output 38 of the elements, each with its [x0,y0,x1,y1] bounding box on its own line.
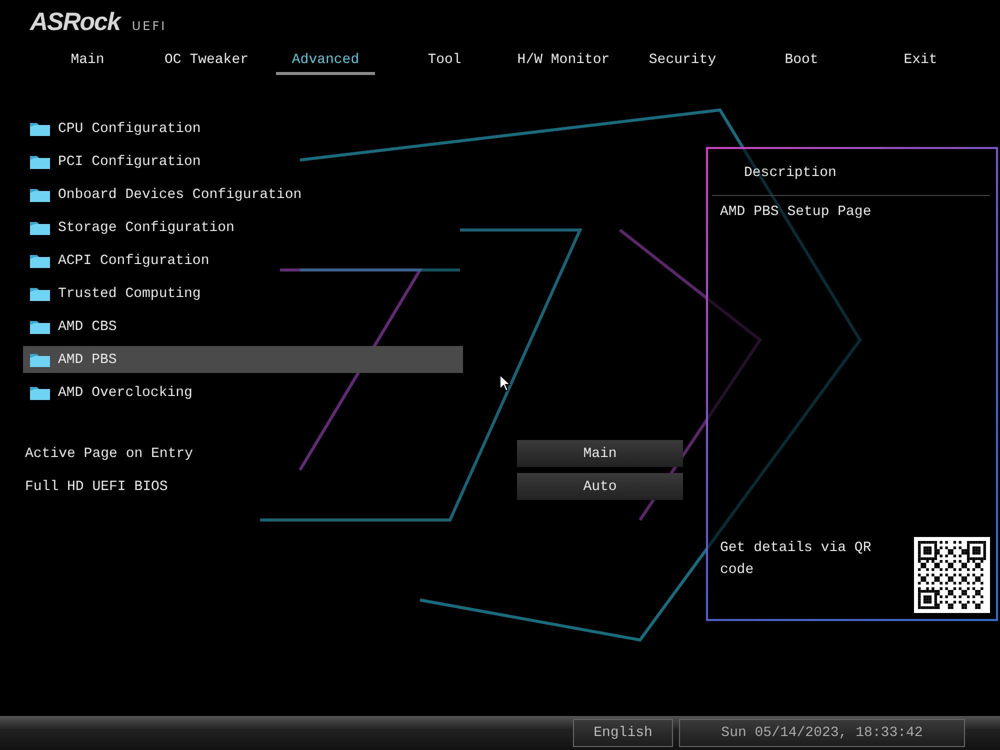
folder-icon [30,385,50,400]
menu-tab[interactable]: Advanced [276,49,376,75]
folder-icon [30,187,50,202]
product-label: UEFI [132,19,167,33]
panel-title: Description [743,164,838,183]
setting-label: Full HD UEFI BIOS [25,478,168,494]
setting-value-button[interactable]: Auto [517,473,683,500]
brand-logo: ASRock [30,8,120,37]
menu-tab[interactable]: Boot [768,49,834,75]
folder-icon [30,253,50,268]
menu-item[interactable]: AMD CBS [23,313,463,340]
mouse-cursor-icon [499,374,511,392]
folder-icon [30,154,50,169]
setting-value-button[interactable]: Main [517,440,683,467]
folder-icon [30,220,50,235]
setting-label: Active Page on Entry [25,446,194,462]
menu-tab[interactable]: Security [632,49,732,75]
folder-icon [30,121,50,136]
menu-item[interactable]: Storage Configuration [23,214,463,241]
menu-tab[interactable]: Exit [888,49,954,75]
menu-item[interactable]: ACPI Configuration [23,247,463,274]
menu-tab[interactable]: Tool [412,49,478,75]
qr-hint-text: Get details via QR code [720,539,872,580]
menu-item[interactable]: CPU Configuration [23,115,463,142]
menu-tab[interactable]: Main [54,49,120,75]
folder-icon [30,286,50,301]
menu-item[interactable]: AMD Overclocking [23,379,463,406]
menu-tab[interactable]: H/W Monitor [501,49,626,75]
description-text: AMD PBS Setup Page [720,203,872,222]
menu-item[interactable]: Onboard Devices Configuration [23,181,463,208]
menu-tab[interactable]: OC Tweaker [148,49,264,75]
menu-item[interactable]: AMD PBS [23,346,463,373]
menu-item[interactable]: PCI Configuration [23,148,463,175]
folder-icon [30,352,50,367]
folder-icon [30,319,50,334]
menu-item[interactable]: Trusted Computing [23,280,463,307]
language-button[interactable]: English [573,719,673,747]
date-time: Sun 05/14/2023, 18:33:42 [679,719,965,747]
